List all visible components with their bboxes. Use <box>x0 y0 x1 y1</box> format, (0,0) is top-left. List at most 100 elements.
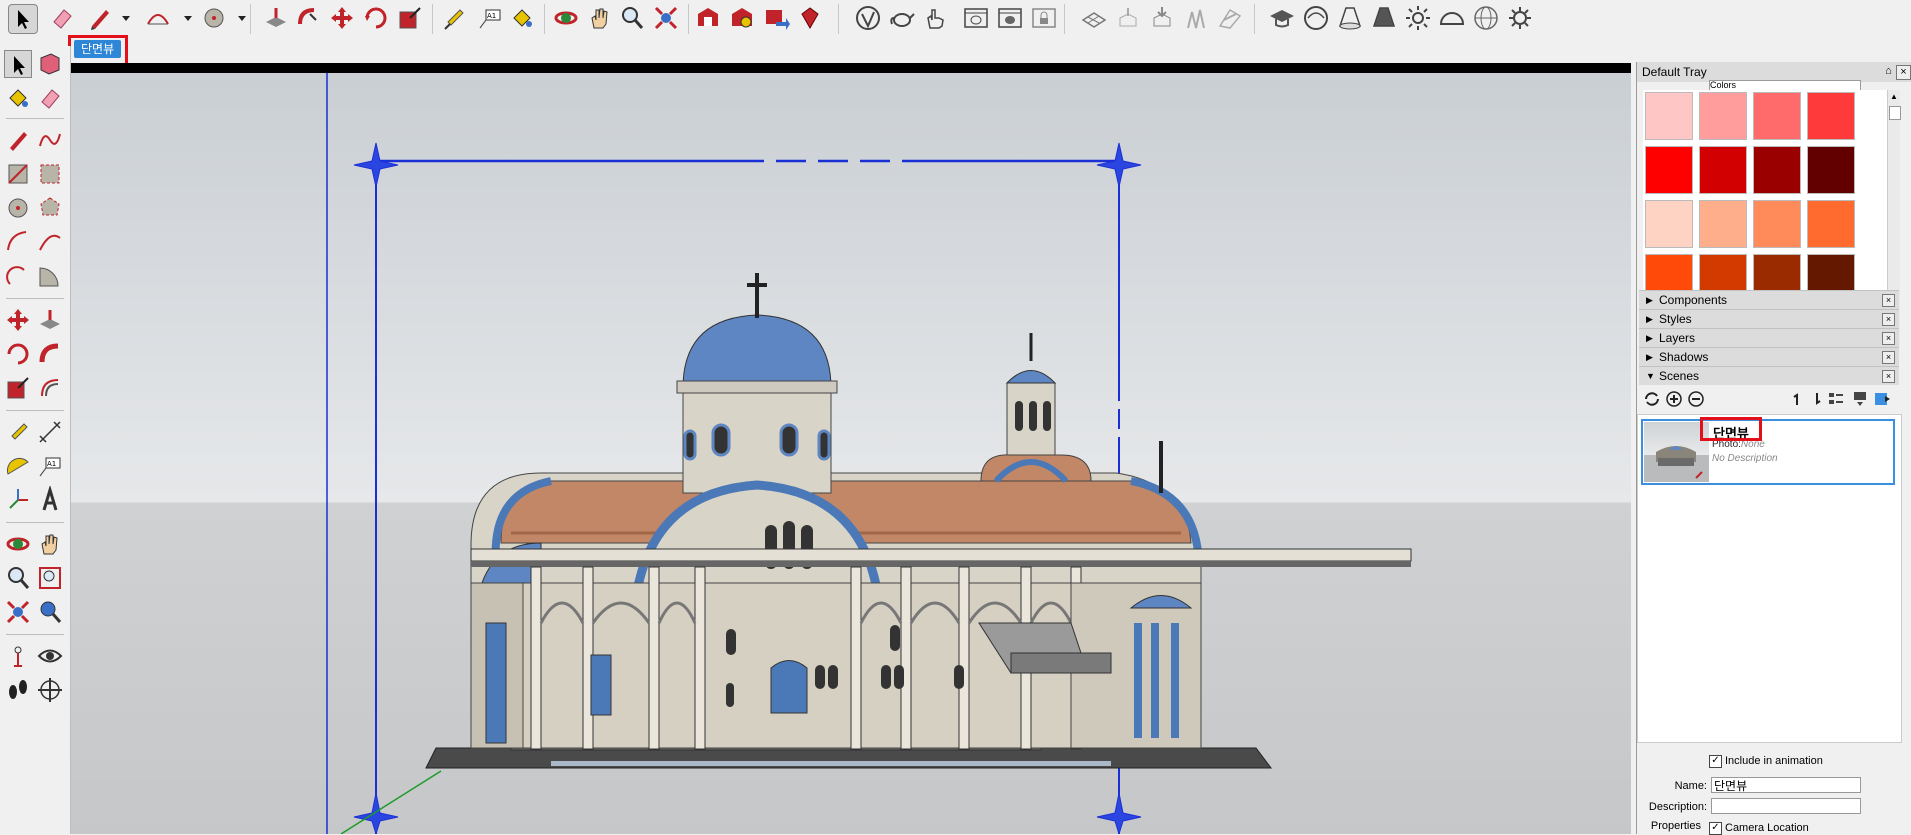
teapot-icon[interactable] <box>888 4 916 32</box>
move-icon[interactable] <box>328 4 356 32</box>
color-swatch[interactable] <box>1753 92 1801 140</box>
shape-dropdown-icon[interactable] <box>228 4 246 32</box>
make-component-icon[interactable] <box>36 50 64 78</box>
pan-hand-icon[interactable] <box>586 4 614 32</box>
position-camera-icon[interactable] <box>4 642 32 670</box>
model-viewport[interactable] <box>71 63 1631 834</box>
tape-measure-left-icon[interactable] <box>4 418 32 446</box>
line-dropdown-icon[interactable] <box>112 4 130 32</box>
include-animation-checkbox[interactable]: ✓ <box>1709 755 1722 768</box>
pie-icon[interactable] <box>36 262 64 290</box>
remove-scene-icon[interactable] <box>1687 390 1705 408</box>
push-pull-left-icon[interactable] <box>36 306 64 334</box>
panel-close-icon[interactable]: × <box>1882 370 1895 383</box>
layers-panel-header[interactable]: ▶ Layers × <box>1639 328 1899 347</box>
spotlight-dark-icon[interactable] <box>1370 4 1398 32</box>
line-left-icon[interactable] <box>4 126 32 154</box>
components-panel-header[interactable]: ▶ Components × <box>1639 290 1899 309</box>
follow-me-icon[interactable] <box>294 4 322 32</box>
color-swatch[interactable] <box>1645 92 1693 140</box>
grid-globe-icon[interactable] <box>1472 4 1500 32</box>
color-swatch[interactable] <box>1645 146 1693 194</box>
rotate-icon[interactable] <box>362 4 390 32</box>
select-arrow-icon[interactable] <box>4 50 32 78</box>
move-left-icon[interactable] <box>4 306 32 334</box>
color-swatch[interactable] <box>1699 92 1747 140</box>
color-swatch[interactable] <box>1807 92 1855 140</box>
drape-icon[interactable] <box>1148 4 1176 32</box>
orbit-left-icon[interactable] <box>4 530 32 558</box>
warehouse-icon[interactable] <box>694 4 722 32</box>
sun-light-icon[interactable] <box>1404 4 1432 32</box>
protractor-icon[interactable] <box>4 452 32 480</box>
dimension-icon[interactable] <box>36 418 64 446</box>
extension-warehouse-icon[interactable] <box>796 4 824 32</box>
scale-left-icon[interactable] <box>4 374 32 402</box>
two-point-arc-icon[interactable] <box>36 228 64 256</box>
look-around-icon[interactable] <box>36 642 64 670</box>
window-lock-icon[interactable] <box>1030 4 1058 32</box>
graduation-cap-icon[interactable] <box>1268 4 1296 32</box>
panel-close-icon[interactable]: × <box>1882 332 1895 345</box>
zoom-left-icon[interactable] <box>4 564 32 592</box>
pencil-line-icon[interactable] <box>86 4 114 32</box>
rectangle-icon[interactable] <box>4 160 32 188</box>
zoom-extents-icon[interactable] <box>652 4 680 32</box>
zoom-extents-left-icon[interactable] <box>4 598 32 626</box>
zoom-window-icon[interactable] <box>36 564 64 592</box>
paint-bucket-left-icon[interactable] <box>4 84 32 112</box>
sandbox-icon[interactable] <box>1080 4 1108 32</box>
color-swatch[interactable] <box>1807 146 1855 194</box>
orbit-icon[interactable] <box>552 4 580 32</box>
arc-dropdown-icon[interactable] <box>174 4 192 32</box>
scenes-panel-header[interactable]: ▼ Scenes × <box>1639 366 1899 385</box>
walk-footprints-icon[interactable] <box>4 676 32 704</box>
push-pull-icon[interactable] <box>262 4 290 32</box>
text-label-icon[interactable]: A1 <box>476 4 504 32</box>
panel-close-icon[interactable]: × <box>1882 294 1895 307</box>
window-teapot-icon[interactable] <box>962 4 990 32</box>
update-scene-icon[interactable] <box>1643 390 1661 408</box>
add-scene-icon[interactable] <box>1665 390 1683 408</box>
shaded-globe-icon[interactable] <box>1302 4 1330 32</box>
pan-left-icon[interactable] <box>36 530 64 558</box>
color-swatch[interactable] <box>1753 200 1801 248</box>
follow-me-left-icon[interactable] <box>36 340 64 368</box>
scroll-up-icon[interactable]: ▲ <box>1890 92 1898 101</box>
color-swatch[interactable] <box>1753 146 1801 194</box>
stamp-icon[interactable] <box>1114 4 1142 32</box>
rotated-rectangle-icon[interactable] <box>36 160 64 188</box>
offset-icon[interactable] <box>36 374 64 402</box>
axes-icon[interactable] <box>4 486 32 514</box>
pin-icon[interactable]: ⌂ <box>1882 65 1895 78</box>
tray-close-icon[interactable]: × <box>1896 65 1911 80</box>
check-validity-icon[interactable] <box>854 4 882 32</box>
scale-icon[interactable] <box>396 4 424 32</box>
rotate-left-icon[interactable] <box>4 340 32 368</box>
flip-edge-icon[interactable] <box>1216 4 1244 32</box>
color-swatch[interactable] <box>1645 200 1693 248</box>
color-swatch[interactable] <box>1807 200 1855 248</box>
circle-shape-icon[interactable] <box>200 4 228 32</box>
panel-close-icon[interactable]: × <box>1882 313 1895 326</box>
text-left-icon[interactable]: A1 <box>36 452 64 480</box>
circle-left-icon[interactable] <box>4 194 32 222</box>
previous-view-icon[interactable] <box>36 598 64 626</box>
shadows-panel-header[interactable]: ▶ Shadows × <box>1639 347 1899 366</box>
hand-point-icon[interactable] <box>922 4 950 32</box>
styles-panel-header[interactable]: ▶ Styles × <box>1639 309 1899 328</box>
three-point-arc-icon[interactable] <box>4 262 32 290</box>
arc-left-icon[interactable] <box>4 228 32 256</box>
scene-menu-icon[interactable] <box>1873 390 1891 408</box>
3d-text-icon[interactable] <box>36 486 64 514</box>
panel-close-icon[interactable]: × <box>1882 351 1895 364</box>
eraser-icon[interactable] <box>48 4 76 32</box>
scene-name-field[interactable]: 단면뷰 <box>1711 777 1861 793</box>
upload-model-icon[interactable] <box>762 4 790 32</box>
tape-measure-icon[interactable] <box>440 4 468 32</box>
color-swatch[interactable] <box>1699 146 1747 194</box>
scene-list-item[interactable]: 단면뷰 Photo:None No Description <box>1641 419 1895 485</box>
eraser-left-icon[interactable] <box>36 84 64 112</box>
camera-location-checkbox[interactable]: ✓ <box>1709 822 1722 835</box>
move-scene-up-icon[interactable] <box>1789 390 1807 408</box>
